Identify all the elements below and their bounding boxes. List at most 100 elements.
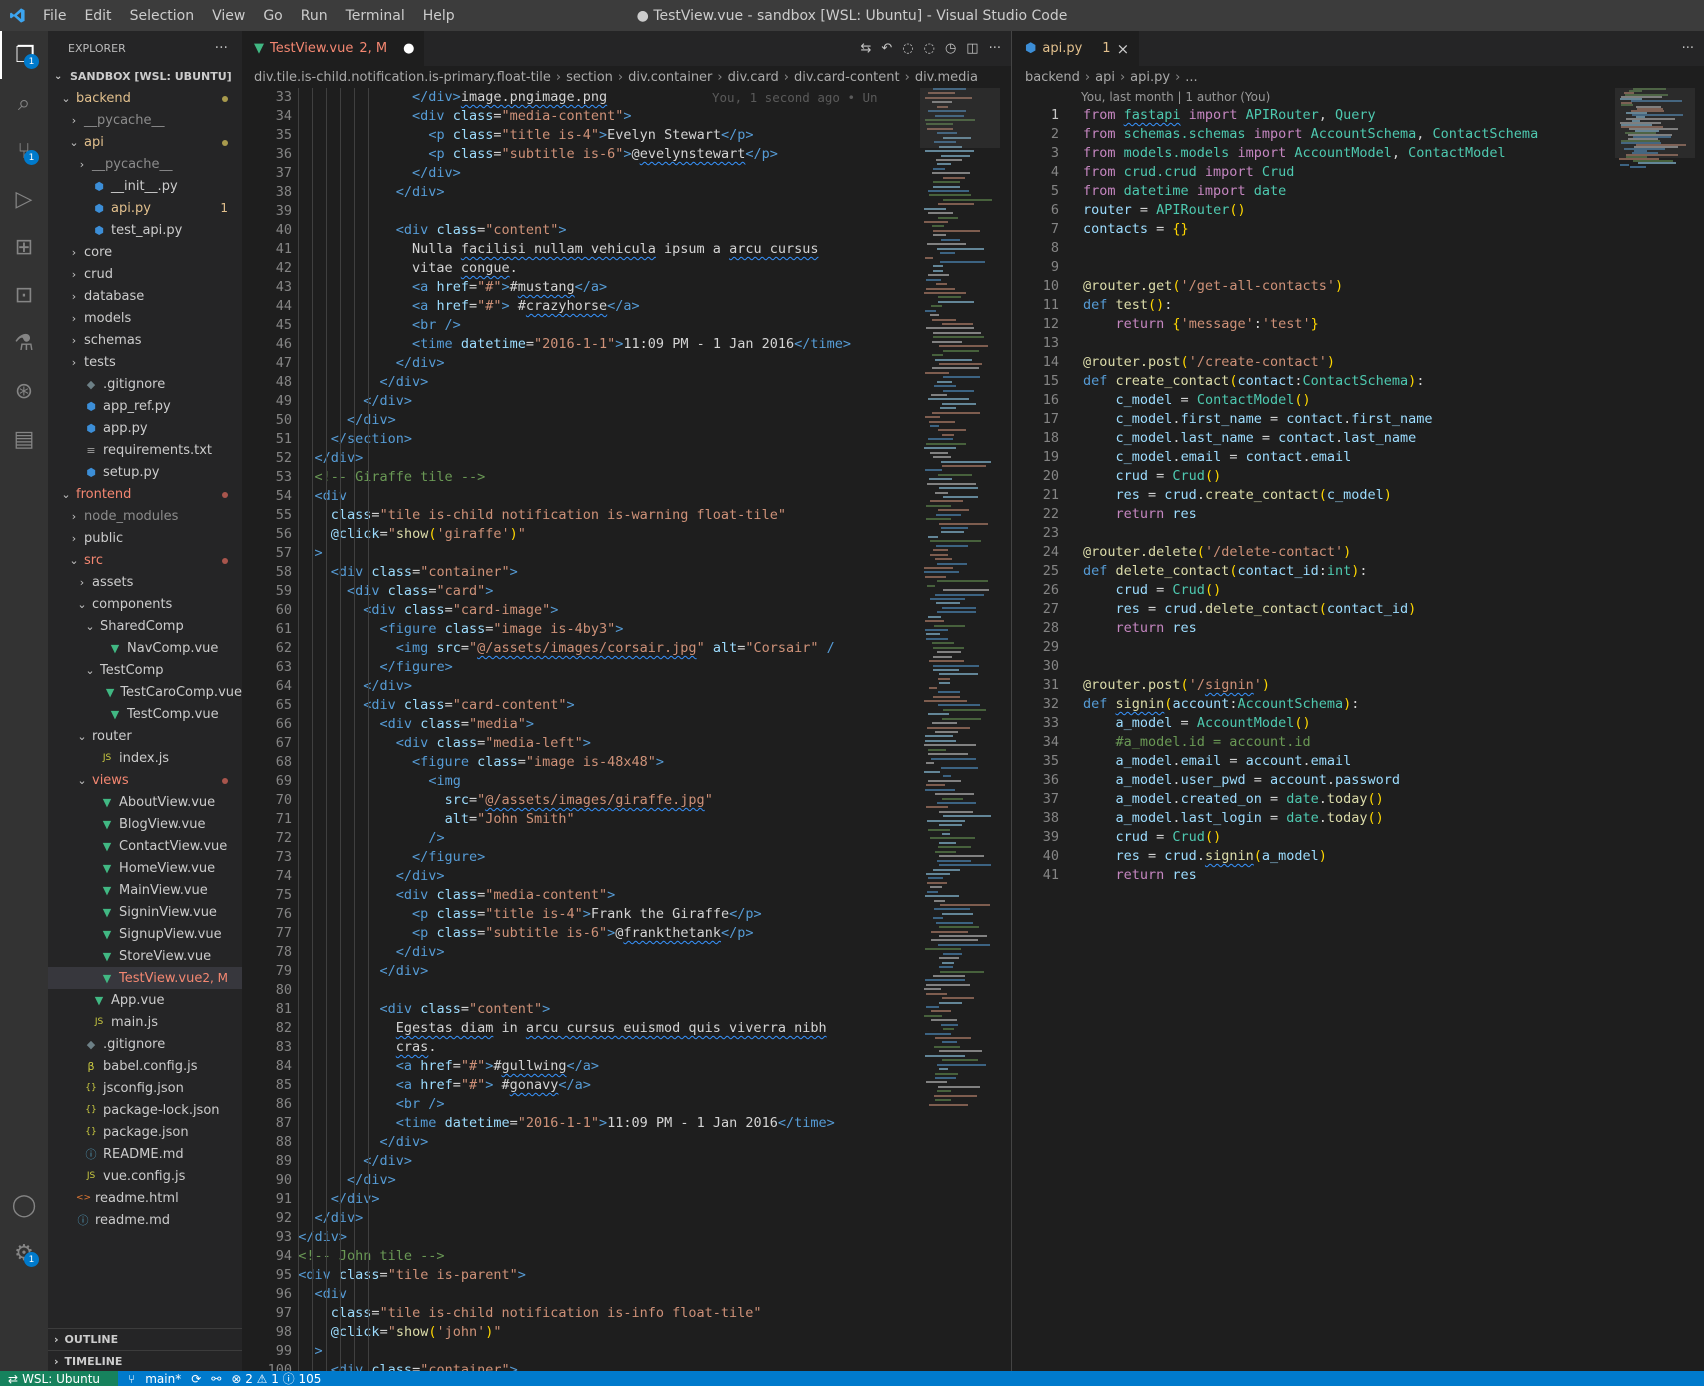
tree-item[interactable]: ⌄ router (48, 725, 242, 747)
activity-explorer[interactable]: ❐ 1 (0, 31, 48, 79)
tree-item[interactable]: ⌄ views (48, 769, 242, 791)
tree-item[interactable]: ⌄ frontend (48, 483, 242, 505)
outline-section[interactable]: › OUTLINE (48, 1328, 242, 1350)
dirty-indicator-icon[interactable]: ● (403, 41, 414, 56)
tree-item[interactable]: ⬢ api.py 1 (48, 197, 242, 219)
breadcrumb-item[interactable]: div.card (728, 70, 779, 85)
tree-item[interactable]: ⓘ readme.md (48, 1209, 242, 1231)
open-changes-icon[interactable]: ⇆ (860, 41, 871, 56)
tree-item[interactable]: ▼ App.vue (48, 989, 242, 1011)
menu-edit[interactable]: Edit (75, 8, 120, 24)
activity-source-control[interactable]: ⑂ 1 (0, 127, 48, 175)
tree-item[interactable]: › models (48, 307, 242, 329)
activity-accounts[interactable]: ◯ (0, 1181, 48, 1229)
tree-item[interactable]: JS vue.config.js (48, 1165, 242, 1187)
tree-item[interactable]: › schemas (48, 329, 242, 351)
tree-item[interactable]: ⌄ components (48, 593, 242, 615)
menu-selection[interactable]: Selection (121, 8, 204, 24)
minimap-left[interactable] (920, 88, 1000, 1371)
timeline-icon[interactable]: ◷ (945, 41, 956, 56)
tree-item[interactable]: › core (48, 241, 242, 263)
menu-view[interactable]: View (203, 8, 254, 24)
codelens-blame[interactable]: You, last month | 1 author (You) (1081, 88, 1270, 106)
timeline-section[interactable]: › TIMELINE (48, 1350, 242, 1371)
tree-item[interactable]: ⬢ app.py (48, 417, 242, 439)
breadcrumb-item[interactable]: section (566, 70, 613, 85)
remote-indicator[interactable]: ⇄ WSL: Ubuntu (0, 1371, 119, 1386)
sync-icon[interactable]: ⟳ (191, 1372, 201, 1386)
minimap-slider[interactable] (920, 88, 1000, 148)
tab-api-py[interactable]: ⬢ api.py 1 × (1013, 31, 1140, 66)
breadcrumb-item[interactable]: backend (1025, 70, 1080, 85)
tree-item[interactable]: ⬢ app_ref.py (48, 395, 242, 417)
tree-item[interactable]: ▼ StoreView.vue (48, 945, 242, 967)
tree-item[interactable]: ⬢ setup.py (48, 461, 242, 483)
tree-item[interactable]: ▼ ContactView.vue (48, 835, 242, 857)
tree-item[interactable]: ▼ TestCaroComp.vue (48, 681, 242, 703)
tree-item[interactable]: JS index.js (48, 747, 242, 769)
tree-item[interactable]: › public (48, 527, 242, 549)
tree-item[interactable]: <> readme.html (48, 1187, 242, 1209)
activity-manage[interactable]: ⚙ 1 (0, 1229, 48, 1277)
tree-item[interactable]: › assets (48, 571, 242, 593)
activity-git-graph[interactable]: ⊛ (0, 367, 48, 415)
tree-item[interactable]: {} jsconfig.json (48, 1077, 242, 1099)
tree-item[interactable]: ▼ AboutView.vue (48, 791, 242, 813)
tree-item[interactable]: JS main.js (48, 1011, 242, 1033)
problems-indicator[interactable]: ⊗ 2 ⚠ 1 ⓘ 105 (231, 1370, 321, 1386)
tree-item[interactable]: ▼ TestView.vue 2, M (48, 967, 242, 989)
menu-go[interactable]: Go (254, 8, 291, 24)
breadcrumb-item[interactable]: div.tile.is-child.notification.is-primar… (254, 70, 551, 85)
live-share-icon[interactable]: ⚯ (211, 1372, 221, 1386)
tree-item[interactable]: › database (48, 285, 242, 307)
breadcrumb-item[interactable]: div.media (915, 70, 978, 85)
code-area-left[interactable]: 33 </div>image.pngimage.png 34 <div class… (242, 88, 1011, 1371)
tree-item[interactable]: ▼ NavComp.vue (48, 637, 242, 659)
tree-item[interactable]: ▼ HomeView.vue (48, 857, 242, 879)
menu-run[interactable]: Run (292, 8, 337, 24)
more-actions-icon[interactable]: ··· (1682, 41, 1694, 56)
close-icon[interactable]: × (1117, 40, 1130, 58)
breadcrumb-item[interactable]: api.py (1130, 70, 1170, 85)
menu-terminal[interactable]: Terminal (337, 8, 414, 24)
tree-item[interactable]: ▼ MainView.vue (48, 879, 242, 901)
tree-item[interactable]: ≡ requirements.txt (48, 439, 242, 461)
tree-item[interactable]: ⌄ api (48, 131, 242, 153)
tree-item[interactable]: ▼ SignupView.vue (48, 923, 242, 945)
tree-item[interactable]: ▼ BlogView.vue (48, 813, 242, 835)
tree-item[interactable]: {} package.json (48, 1121, 242, 1143)
tree-item[interactable]: ⌄ src (48, 549, 242, 571)
tree-item[interactable]: › __pycache__ (48, 109, 242, 131)
tree-item[interactable]: ▼ TestComp.vue (48, 703, 242, 725)
activity-notebook[interactable]: ▤ (0, 415, 48, 463)
tree-item[interactable]: {} package-lock.json (48, 1099, 242, 1121)
tree-item[interactable]: ⌄ backend (48, 87, 242, 109)
split-editor-icon[interactable]: ◫ (966, 41, 978, 56)
tree-item[interactable]: ◆ .gitignore (48, 373, 242, 395)
tab-testview-vue[interactable]: ▼ TestView.vue 2, M ● (242, 31, 425, 66)
tree-item[interactable]: ⬢ __init__.py (48, 175, 242, 197)
minimap-right[interactable] (1615, 88, 1695, 1371)
menu-help[interactable]: Help (414, 8, 464, 24)
tree-item[interactable]: ◆ .gitignore (48, 1033, 242, 1055)
breadcrumb-item[interactable]: ... (1185, 70, 1197, 85)
next-change-icon[interactable]: ◌ (924, 41, 935, 56)
tree-item[interactable]: ⌄ SharedComp (48, 615, 242, 637)
workspace-root[interactable]: ⌄ SANDBOX [WSL: UBUNTU] (48, 65, 242, 87)
more-actions-icon[interactable]: ··· (989, 41, 1001, 56)
breadcrumb-item[interactable]: div.container (628, 70, 712, 85)
explorer-more-button[interactable]: ··· (215, 40, 228, 56)
activity-remote-explorer[interactable]: ⊡ (0, 271, 48, 319)
previous-change-icon[interactable]: ◌ (902, 41, 913, 56)
tree-item[interactable]: › __pycache__ (48, 153, 242, 175)
activity-testing[interactable]: ⚗ (0, 319, 48, 367)
activity-extensions[interactable]: ⊞ (0, 223, 48, 271)
breadcrumb-item[interactable]: api (1095, 70, 1115, 85)
activity-run-debug[interactable]: ▷ (0, 175, 48, 223)
minimap-slider[interactable] (1615, 88, 1695, 158)
tree-item[interactable]: › node_modules (48, 505, 242, 527)
tree-item[interactable]: › crud (48, 263, 242, 285)
tree-item[interactable]: ▼ SigninView.vue (48, 901, 242, 923)
tree-item[interactable]: β babel.config.js (48, 1055, 242, 1077)
breadcrumb-item[interactable]: div.card-content (794, 70, 900, 85)
